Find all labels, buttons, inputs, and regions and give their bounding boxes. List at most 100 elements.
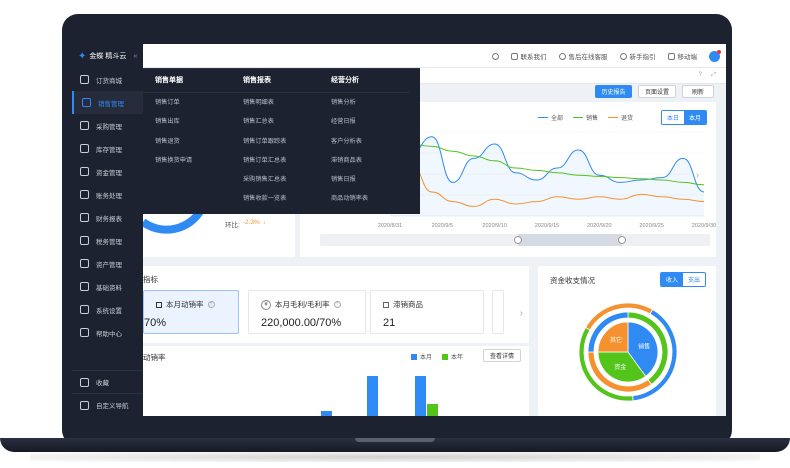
mega-column-0: 销售单据 销售订单 销售出库 销售退货 销售换货申请 — [143, 69, 233, 170]
sidebar-item-0[interactable]: 订货商城 — [72, 68, 143, 91]
refresh-button[interactable]: 刷新 — [682, 85, 714, 98]
cart-icon — [80, 75, 89, 84]
question-icon[interactable]: ? — [207, 301, 215, 308]
chart-icon — [156, 301, 162, 308]
mega-menu-link[interactable]: 客户分析表 — [319, 132, 409, 151]
sidebar-item-label: 财务报表 — [96, 215, 122, 223]
chevron-right-icon[interactable]: › — [696, 170, 699, 180]
sales-rate-chart — [321, 376, 438, 416]
fullscreen-icon[interactable]: ⤢ — [711, 72, 716, 79]
mega-menu-link[interactable]: 商品动销率表 — [319, 189, 409, 208]
sidebar-bottom-item-1[interactable]: 自定义导航 — [72, 393, 143, 416]
mobile-link[interactable]: 移动端 — [667, 51, 697, 61]
zoom-slider[interactable] — [320, 234, 710, 246]
mega-column-title: 销售报表 — [231, 69, 321, 93]
bar-1-2 — [427, 404, 438, 416]
sidebar-item-7[interactable]: 税务管理 — [72, 229, 143, 252]
sidebar-item-label: 系统设置 — [96, 307, 122, 315]
sidebar-item-label: 库存管理 — [96, 146, 122, 154]
question-icon[interactable]: ? — [333, 301, 341, 308]
box-icon — [80, 144, 89, 153]
sidebar-item-label: 帮助中心 — [96, 330, 122, 338]
mega-column-title: 经营分析 — [319, 69, 409, 93]
zoom-handle-left[interactable] — [514, 236, 522, 244]
sidebar-item-3[interactable]: 库存管理 — [72, 137, 143, 160]
stat-card-turnover[interactable]: 本月动销率? 70% — [143, 290, 239, 334]
guide-link[interactable]: 新手指引 — [619, 51, 656, 61]
bar-0-2 — [415, 376, 426, 416]
sidebar-item-5[interactable]: 账务处理 — [72, 183, 143, 206]
mega-menu-link[interactable]: 销售订单 — [143, 93, 233, 112]
mega-menu-link[interactable]: 销售出库 — [143, 112, 233, 131]
sidebar-item-9[interactable]: 基础资料 — [72, 275, 143, 298]
sidebar-bottom-item-0[interactable]: 收藏 — [72, 370, 143, 393]
sidebar-item-6[interactable]: 财务报表 — [72, 206, 143, 229]
fund-pie-chart: 销售资金 其它 — [578, 302, 678, 402]
sidebar-item-10[interactable]: 系统设置 — [72, 298, 143, 321]
brand-logo[interactable]: ✦ 金蝶 精斗云 « — [72, 44, 143, 68]
x-tick-label: 2020/9/5 — [432, 223, 453, 229]
sidebar-item-label: 自定义导航 — [96, 403, 129, 410]
stat-card-partial[interactable] — [492, 290, 504, 334]
x-tick-label: 2020/9/20 — [587, 223, 611, 229]
top-actions: 联系我们 售后在线客服 新手指引 移动端 — [491, 44, 721, 68]
page-settings-button[interactable]: 页面设置 — [638, 85, 676, 98]
mega-column-2: 经营分析 销售分析 经营日报 客户分析表 滞销商品表 销售日报 商品动销率表 — [319, 69, 409, 209]
mega-menu-link[interactable]: 销售订单跟踪表 — [231, 132, 321, 151]
sidebar-item-label: 销售管理 — [98, 100, 124, 108]
contact-link[interactable]: 联系我们 — [510, 51, 547, 61]
history-report-button[interactable]: 历史报告 — [595, 85, 632, 98]
zoom-handle-right[interactable] — [618, 236, 626, 244]
star-icon — [80, 377, 89, 387]
laptop-shadow — [30, 452, 760, 462]
zoom-window[interactable] — [518, 234, 622, 246]
stat-card-profit[interactable]: ¥ 本月毛利/毛利率? 220,000.00/70% — [248, 290, 366, 334]
logo-icon: ✦ — [78, 50, 87, 62]
mega-menu-link[interactable]: 销售订单汇总表 — [231, 151, 321, 170]
sidebar-item-label: 账务处理 — [96, 192, 122, 200]
chevron-right-icon[interactable]: › — [520, 308, 523, 319]
stat-value: 70% — [144, 317, 167, 329]
ratio-arrow-icon: ↓ — [262, 219, 267, 226]
bag-icon — [80, 121, 89, 130]
mega-menu-link[interactable]: 滞销商品表 — [319, 151, 409, 170]
sidebar-item-label: 采购管理 — [96, 123, 122, 131]
fund-card: 资金收支情况 收入 支出 销售 资金 其它 — [538, 266, 716, 416]
ratio-value: -2.3% — [242, 219, 260, 226]
sidebar-item-1[interactable]: 销售管理 — [72, 91, 143, 114]
sidebar-item-8[interactable]: 资产管理 — [72, 252, 143, 275]
mega-menu-link[interactable]: 销售日报 — [319, 170, 409, 189]
mega-menu-link[interactable]: 销售收款一览表 — [231, 189, 321, 208]
sidebar-item-label: 税务管理 — [96, 238, 122, 246]
x-tick-label: 2020/9/15 — [535, 223, 559, 229]
mega-menu-link[interactable]: 销售明细表 — [231, 93, 321, 112]
mega-menu-link[interactable]: 销售分析 — [319, 93, 409, 112]
sidebar-item-label: 资产管理 — [96, 261, 122, 269]
avatar[interactable] — [709, 49, 721, 62]
yuan-icon — [80, 190, 89, 199]
mega-column-title: 销售单据 — [143, 69, 233, 93]
mega-menu-link[interactable]: 销售退货 — [143, 132, 233, 151]
gear-icon — [80, 305, 89, 314]
bar-0-1 — [367, 376, 378, 416]
sidebar-item-11[interactable]: 帮助中心 — [72, 321, 143, 344]
mega-menu-link[interactable]: 采购销售汇总表 — [231, 170, 321, 189]
sales-mega-menu: 销售单据 销售订单 销售出库 销售退货 销售换货申请 销售报表 销售明细表 销售汇总表 销售订单… — [143, 68, 420, 214]
stat-card-slow-goods[interactable]: 滞销商品 21 — [370, 290, 484, 334]
mega-menu-link[interactable]: 销售汇总表 — [231, 112, 321, 131]
chart-icon — [82, 98, 91, 107]
search-icon[interactable] — [491, 52, 499, 60]
collapse-icon[interactable]: « — [133, 53, 137, 60]
service-link[interactable]: 售后在线客服 — [558, 51, 608, 61]
box-icon — [383, 301, 389, 308]
mega-menu-link[interactable]: 经营日报 — [319, 112, 409, 131]
sidebar-item-2[interactable]: 采购管理 — [72, 114, 143, 137]
help-circle-icon[interactable]: ? — [699, 72, 702, 78]
series-area — [390, 136, 704, 216]
compass-icon — [619, 52, 627, 60]
laptop: ✦ 金蝶 精斗云 « 联系我们 售后在线客服 新手指引 移动端 订货商城销售管理… — [0, 0, 790, 468]
sidebar-item-4[interactable]: 资金管理 — [72, 160, 143, 183]
ratio-row: 环比: -2.3% ↓ — [225, 219, 266, 229]
app-screen: ✦ 金蝶 精斗云 « 联系我们 售后在线客服 新手指引 移动端 订货商城销售管理… — [72, 44, 726, 416]
mega-menu-link[interactable]: 销售换货申请 — [143, 151, 233, 170]
